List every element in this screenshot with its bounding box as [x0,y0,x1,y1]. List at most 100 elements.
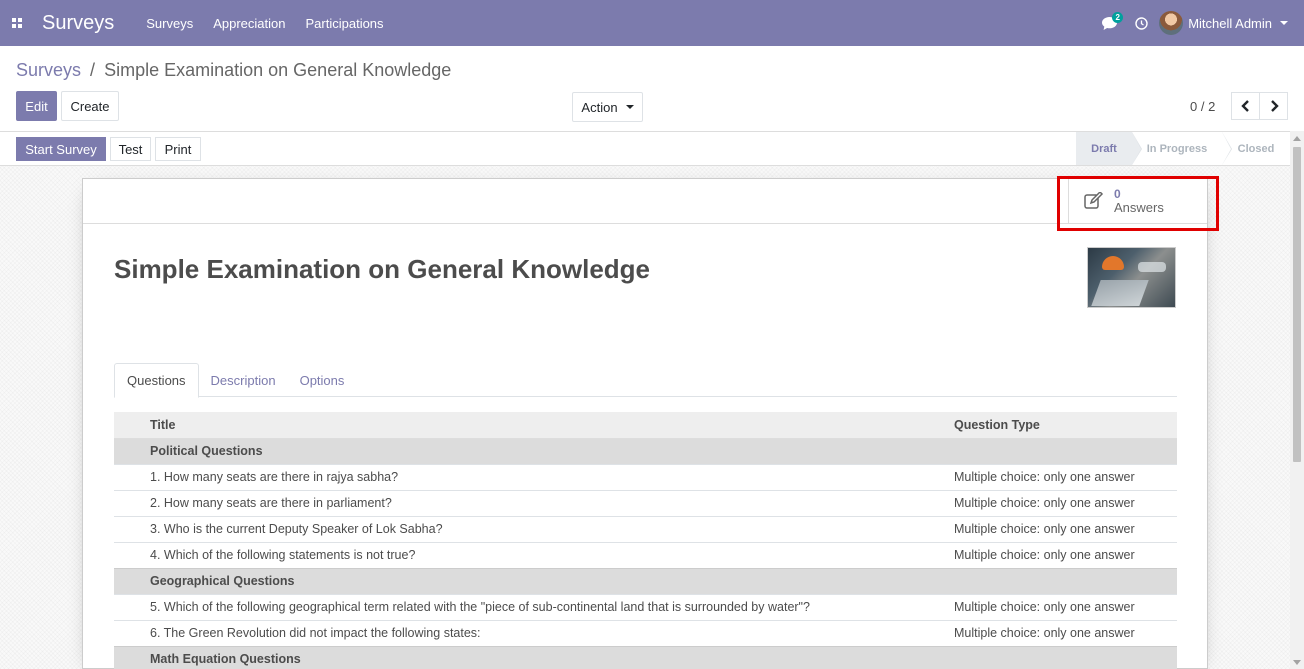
question-title-cell[interactable]: 5. Which of the following geographical t… [146,593,950,620]
question-type-cell[interactable]: Multiple choice: only one answer [950,593,1177,620]
section-row[interactable]: Math Equation Questions [114,645,1177,669]
tab-description[interactable]: Description [199,363,288,397]
table-row[interactable]: 6. The Green Revolution did not impact t… [114,619,1177,646]
apps-menu-icon[interactable] [0,0,34,46]
start-survey-button[interactable]: Start Survey [16,137,106,161]
caret-down-icon [625,105,634,109]
print-button[interactable]: Print [155,137,201,161]
smart-button-box: 0 Answers [83,179,1207,224]
question-title-cell[interactable]: Political Questions [146,437,950,464]
table-row[interactable]: 3. Who is the current Deputy Speaker of … [114,515,1177,542]
test-label: Test [118,141,143,157]
row-handle [114,619,146,646]
row-handle [114,437,146,464]
answers-stat-button[interactable]: 0 Answers [1068,179,1208,223]
tab-questions[interactable]: Questions [114,363,199,398]
question-title-cell[interactable]: 6. The Green Revolution did not impact t… [146,619,950,646]
answers-count: 0 [1114,187,1121,201]
notebook-tabs: Questions Description Options [114,363,1177,398]
question-title-cell[interactable]: 2. How many seats are there in parliamen… [146,489,950,516]
tab-options[interactable]: Options [288,363,357,397]
stage-closed-label: Closed [1237,142,1275,155]
breadcrumb-separator: / [90,60,96,80]
action-dropdown[interactable]: Action [572,92,643,122]
stage-in-progress[interactable]: In Progress [1132,132,1232,165]
question-type-cell[interactable] [950,437,1177,464]
stage-closed[interactable]: Closed [1222,132,1290,165]
create-button[interactable]: Create [61,91,119,121]
edit-button[interactable]: Edit [16,91,57,121]
question-type-cell[interactable]: Multiple choice: only one answer [950,489,1177,516]
print-label: Print [164,141,192,157]
caret-down-icon [1280,21,1288,25]
action-dropdown-label: Action [581,99,618,115]
questions-table: Title Question Type Political Questions 1… [114,412,1177,669]
scroll-down-icon[interactable] [1293,660,1301,665]
stage-pipeline: Draft In Progress Closed [1076,132,1290,165]
question-title-cell[interactable]: Math Equation Questions [146,645,950,669]
handle-header [114,412,146,439]
user-menu[interactable]: Mitchell Admin [1159,11,1288,35]
table-row[interactable]: 4. Which of the following statements is … [114,541,1177,568]
chevron-right-icon [1270,100,1279,112]
menu-item-appreciation[interactable]: Appreciation [213,16,285,31]
question-title-cell[interactable]: 3. Who is the current Deputy Speaker of … [146,515,950,542]
answers-label: Answers [1114,200,1164,215]
question-title-cell[interactable]: 1. How many seats are there in rajya sab… [146,463,950,490]
stage-in-progress-label: In Progress [1146,142,1208,155]
question-title-cell[interactable]: Geographical Questions [146,567,950,594]
user-name: Mitchell Admin [1188,15,1272,31]
section-row[interactable]: Political Questions [114,437,1177,464]
question-type-cell[interactable] [950,567,1177,594]
survey-title[interactable]: Simple Examination on General Knowledge [114,254,650,285]
table-row[interactable]: 2. How many seats are there in parliamen… [114,489,1177,516]
edit-button-label: Edit [25,98,48,114]
row-handle [114,645,146,669]
breadcrumb-parent[interactable]: Surveys [16,60,81,80]
messaging-badge: 2 [1112,12,1124,23]
question-type-cell[interactable] [950,645,1177,669]
question-type-cell[interactable]: Multiple choice: only one answer [950,619,1177,646]
stage-draft-label: Draft [1091,142,1117,155]
pager-previous-button[interactable] [1231,92,1260,120]
scrollbar-thumb[interactable] [1293,147,1301,462]
row-handle [114,593,146,620]
edit-icon [1084,192,1104,209]
column-header-question-type[interactable]: Question Type [950,412,1177,439]
survey-image[interactable] [1087,247,1176,308]
main-menu: Surveys Appreciation Participations [146,16,403,31]
row-handle [114,515,146,542]
question-type-cell[interactable]: Multiple choice: only one answer [950,541,1177,568]
start-survey-label: Start Survey [25,141,97,157]
test-button[interactable]: Test [110,137,151,161]
question-type-cell[interactable]: Multiple choice: only one answer [950,463,1177,490]
app-brand[interactable]: Surveys [42,12,114,35]
row-handle [114,463,146,490]
form-statusbar: Start Survey Test Print Draft In Progres… [0,131,1290,166]
row-handle [114,489,146,516]
table-row[interactable]: 5. Which of the following geographical t… [114,593,1177,620]
vertical-scrollbar[interactable] [1290,131,1304,669]
row-handle [114,541,146,568]
top-navbar: Surveys Surveys Appreciation Participati… [0,0,1304,46]
column-header-title[interactable]: Title [146,412,950,439]
question-title-cell[interactable]: 4. Which of the following statements is … [146,541,950,568]
row-handle [114,567,146,594]
menu-item-surveys[interactable]: Surveys [146,16,193,31]
stage-draft[interactable]: Draft [1076,132,1142,165]
question-type-cell[interactable]: Multiple choice: only one answer [950,515,1177,542]
table-header-row: Title Question Type [114,412,1177,439]
create-button-label: Create [70,98,110,114]
breadcrumb-current: Simple Examination on General Knowledge [104,60,452,80]
pager-value[interactable]: 0 / 2 [1190,99,1215,114]
activity-clock-icon[interactable] [1123,0,1159,46]
scroll-up-icon[interactable] [1293,136,1301,141]
messaging-icon[interactable]: 2 [1095,0,1124,46]
form-sheet: 0 Answers Simple Examination on General … [82,178,1208,669]
avatar [1159,11,1184,35]
menu-item-participations[interactable]: Participations [306,16,384,31]
section-row[interactable]: Geographical Questions [114,567,1177,594]
breadcrumb: Surveys / Simple Examination on General … [16,60,451,81]
table-row[interactable]: 1. How many seats are there in rajya sab… [114,463,1177,490]
pager-next-button[interactable] [1259,92,1288,120]
